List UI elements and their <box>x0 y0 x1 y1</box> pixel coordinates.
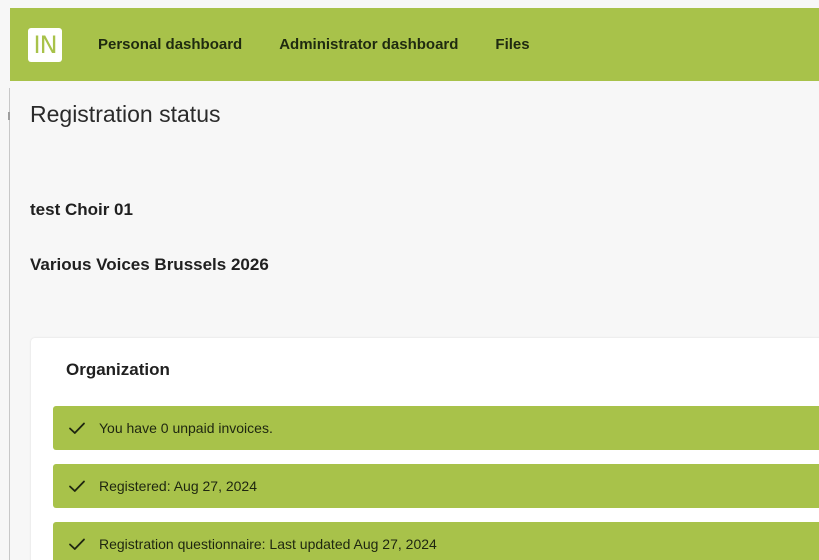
check-icon <box>69 538 85 550</box>
status-item-registered: Registered: Aug 27, 2024 <box>53 464 819 508</box>
top-navigation-bar: IN Personal dashboard Administrator dash… <box>10 8 819 81</box>
nav-personal-dashboard[interactable]: Personal dashboard <box>98 36 242 53</box>
logo-text: IN <box>33 30 57 59</box>
main-navigation: Personal dashboard Administrator dashboa… <box>98 36 567 53</box>
check-icon <box>69 480 85 492</box>
page-title: Registration status <box>30 101 221 127</box>
main-content: Registration status test Choir 01 Variou… <box>10 81 819 560</box>
app-logo[interactable]: IN <box>28 27 62 62</box>
choir-name: test Choir 01 <box>30 200 133 219</box>
app-window: IN Personal dashboard Administrator dash… <box>0 0 819 560</box>
organization-card: Organization You have 0 unpaid invoices.… <box>31 338 819 560</box>
status-text: Registered: Aug 27, 2024 <box>99 478 258 494</box>
nav-administrator-dashboard[interactable]: Administrator dashboard <box>279 36 458 53</box>
status-text: Registration questionnaire: Last updated… <box>99 536 437 552</box>
event-name: Various Voices Brussels 2026 <box>30 255 269 274</box>
status-item-unpaid-invoices: You have 0 unpaid invoices. <box>53 406 819 450</box>
organization-title: Organization <box>66 360 170 379</box>
status-text: You have 0 unpaid invoices. <box>99 420 273 436</box>
nav-files[interactable]: Files <box>495 36 529 53</box>
check-icon <box>69 422 85 434</box>
status-item-registration-questionnaire: Registration questionnaire: Last updated… <box>53 522 819 560</box>
